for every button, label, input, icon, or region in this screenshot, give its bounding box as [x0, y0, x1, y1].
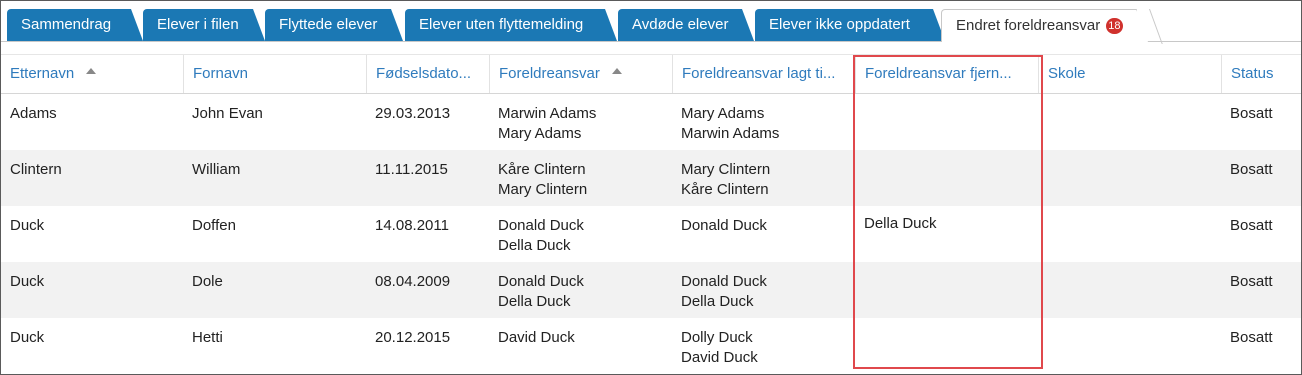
column-header-etternavn[interactable]: Etternavn [1, 55, 183, 93]
cell-fornavn: Doffen [192, 217, 236, 234]
window-frame: Sammendrag Elever i filen Flyttede eleve… [0, 0, 1302, 375]
table-row[interactable]: Duck Hetti 20.12.2015 David Duck Dolly D… [1, 318, 1301, 374]
cell-fornavn: John Evan [192, 105, 263, 122]
cell-fornavn: Dole [192, 273, 223, 290]
cell-fodselsdato: 08.04.2009 [375, 273, 451, 290]
cell-fodselsdato: 20.12.2015 [375, 329, 451, 346]
cell-status: Bosatt [1230, 161, 1273, 178]
cell-fornavn: Hetti [192, 329, 223, 346]
tab-endret-foreldreansvar[interactable]: Endret foreldreansvar 18 [941, 9, 1148, 42]
cell-fodselsdato: 14.08.2011 [375, 217, 449, 234]
tab-elever-ikke-oppdatert[interactable]: Elever ikke oppdatert [755, 9, 945, 41]
column-header-fornavn[interactable]: Fornavn [183, 55, 366, 93]
column-header-fodselsdato[interactable]: Fødselsdato... [366, 55, 489, 93]
tab-bar: Sammendrag Elever i filen Flyttede eleve… [1, 1, 1301, 42]
table-header: Etternavn Fornavn Fødselsdato... Foreldr… [1, 54, 1301, 94]
table-row[interactable]: Duck Doffen 14.08.2011 Donald Duck Della… [1, 206, 1301, 262]
tab-label: Sammendrag [21, 16, 112, 33]
cell-status: Bosatt [1230, 105, 1273, 122]
cell-fodselsdato: 11.11.2015 [375, 161, 448, 178]
students-table: Etternavn Fornavn Fødselsdato... Foreldr… [1, 54, 1301, 374]
table-row[interactable]: Adams John Evan 29.03.2013 Marwin Adams … [1, 94, 1301, 150]
cell-status: Bosatt [1230, 329, 1273, 346]
cell-etternavn: Clintern [10, 161, 62, 178]
column-header-skole[interactable]: Skole [1038, 55, 1221, 93]
tab-label: Avdøde elever [632, 16, 729, 33]
cell-fjernet: Della Duck [864, 215, 937, 232]
cell-lagt-til: Donald Duck Della Duck [681, 273, 767, 310]
cell-foreldreansvar: Marwin Adams Mary Adams [498, 105, 597, 142]
cell-lagt-til: Dolly Duck David Duck [681, 329, 758, 366]
tab-avdode-elever[interactable]: Avdøde elever [618, 9, 754, 41]
cell-foreldreansvar: David Duck [498, 329, 575, 346]
cell-lagt-til: Donald Duck [681, 217, 767, 234]
tab-label: Elever uten flyttemelding [419, 16, 584, 33]
column-header-foreldreansvar[interactable]: Foreldreansvar [489, 55, 672, 93]
cell-foreldreansvar: Donald Duck Della Duck [498, 273, 584, 310]
cell-fornavn: William [192, 161, 241, 178]
cell-etternavn: Adams [10, 105, 57, 122]
cell-status: Bosatt [1230, 217, 1273, 234]
column-header-status[interactable]: Status [1221, 55, 1301, 93]
cell-etternavn: Duck [10, 217, 45, 234]
tab-flyttede-elever[interactable]: Flyttede elever [265, 9, 403, 41]
table-row[interactable]: Duck Dole 08.04.2009 Donald Duck Della D… [1, 262, 1301, 318]
tab-elever-uten-flyttemelding[interactable]: Elever uten flyttemelding [405, 9, 617, 41]
column-header-foreldreansvar-lagt-til[interactable]: Foreldreansvar lagt ti... [672, 55, 855, 93]
count-badge: 18 [1106, 18, 1123, 34]
cell-status: Bosatt [1230, 273, 1273, 290]
tab-label: Endret foreldreansvar [956, 17, 1101, 34]
tab-label: Elever i filen [157, 16, 239, 33]
table-row[interactable]: Clintern William 11.11.2015 Kåre Clinter… [1, 150, 1301, 206]
tab-label: Elever ikke oppdatert [769, 16, 910, 33]
cell-etternavn: Duck [10, 273, 45, 290]
cell-etternavn: Duck [10, 329, 45, 346]
tab-sammendrag[interactable]: Sammendrag [7, 9, 143, 41]
cell-lagt-til: Mary Clintern Kåre Clintern [681, 161, 771, 198]
tab-elever-i-filen[interactable]: Elever i filen [143, 9, 265, 41]
tab-label: Flyttede elever [279, 16, 378, 33]
cell-foreldreansvar: Kåre Clintern Mary Clintern [498, 161, 588, 198]
cell-foreldreansvar: Donald Duck Della Duck [498, 217, 584, 254]
cell-fodselsdato: 29.03.2013 [375, 105, 451, 122]
sort-ascending-icon [611, 68, 622, 74]
cell-lagt-til: Mary Adams Marwin Adams [681, 105, 780, 142]
column-header-foreldreansvar-fjernet[interactable]: Foreldreansvar fjern... [855, 55, 1038, 93]
sort-ascending-icon [86, 68, 97, 74]
